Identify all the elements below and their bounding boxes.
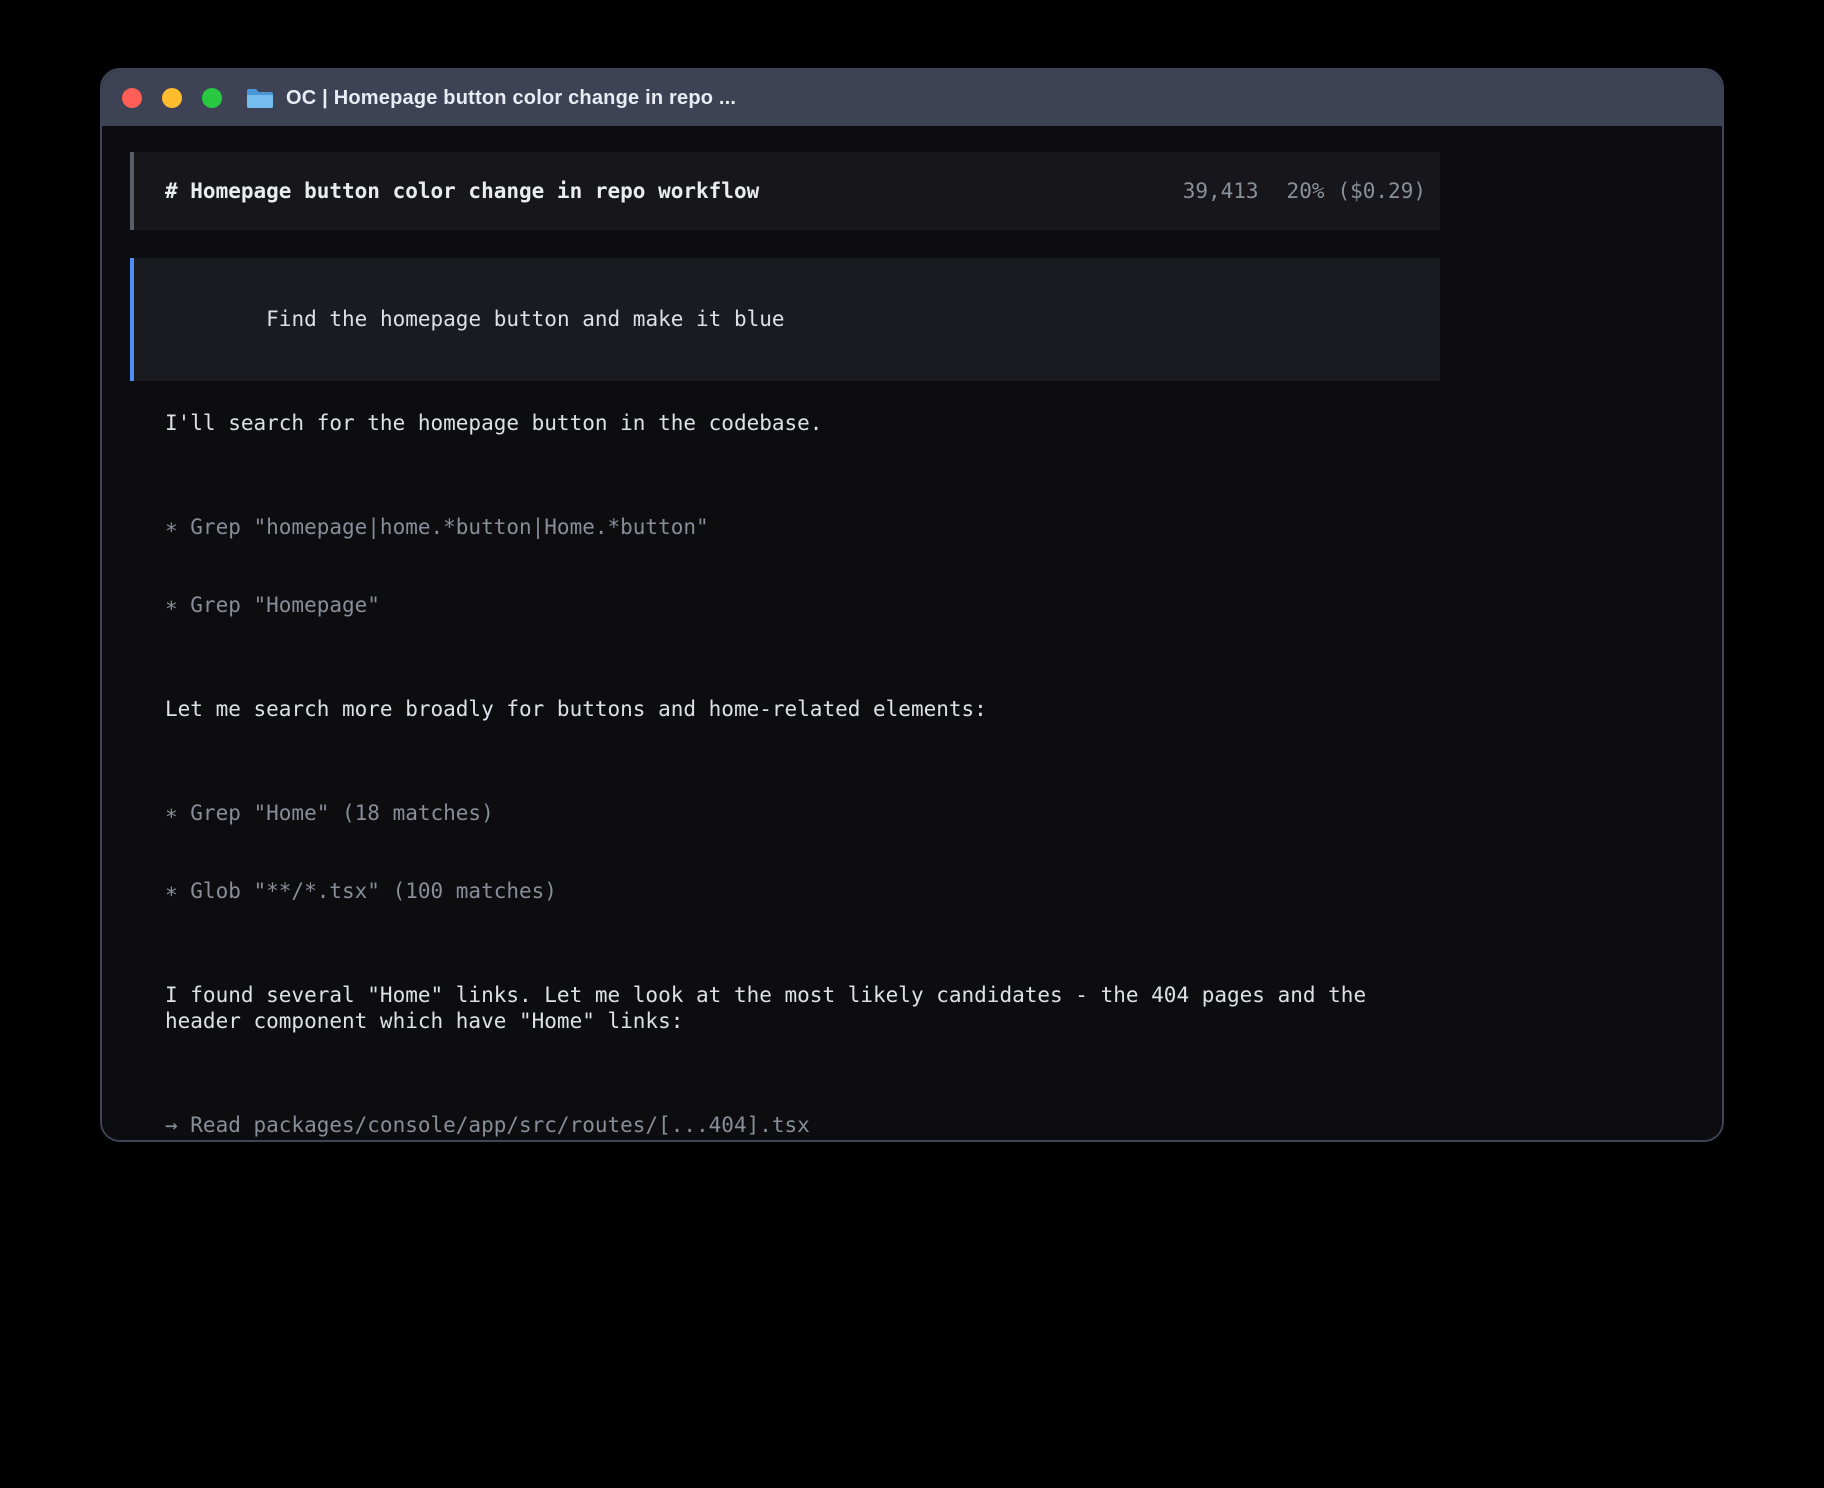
assistant-paragraph: I found several "Home" links. Let me loo… [165,982,1440,1034]
terminal-window: OC | Homepage button color change in rep… [100,68,1724,1142]
zoom-button[interactable] [202,88,222,108]
assistant-paragraph: I'll search for the homepage button in t… [165,410,1440,436]
titlebar[interactable]: OC | Homepage button color change in rep… [102,70,1722,126]
tool-call-group: ∗ Grep "Home" (18 matches) ∗ Glob "**/*.… [165,748,1440,956]
assistant-paragraph: Let me search more broadly for buttons a… [165,696,1440,722]
tool-call-line: ∗ Grep "Homepage" [165,592,1440,618]
user-message-text: Find the homepage button and make it blu… [266,307,784,331]
session-stats: 39,413 20% ($0.29) [1183,178,1426,204]
close-button[interactable] [122,88,142,108]
file-read-line: → Read packages/console/app/src/routes/[… [165,1112,1440,1138]
tool-call-line: ∗ Grep "homepage|home.*button|Home.*butt… [165,514,1440,540]
session-title: # Homepage button color change in repo w… [165,178,759,204]
file-read-group: → Read packages/console/app/src/routes/[… [165,1060,1440,1142]
folder-icon [246,87,274,109]
minimize-button[interactable] [162,88,182,108]
tool-call-group: ∗ Grep "homepage|home.*button|Home.*butt… [165,462,1440,670]
user-message: Find the homepage button and make it blu… [130,258,1440,381]
tool-call-line: ∗ Glob "**/*.tsx" (100 matches) [165,878,1440,904]
terminal-content: # Homepage button color change in repo w… [102,126,1722,1140]
tool-call-line: ∗ Grep "Home" (18 matches) [165,800,1440,826]
session-cost: ($0.29) [1337,179,1426,203]
session-header: # Homepage button color change in repo w… [130,152,1440,230]
context-percent: 20% [1287,179,1325,203]
window-title: OC | Homepage button color change in rep… [286,87,736,110]
token-count: 39,413 [1183,179,1259,203]
